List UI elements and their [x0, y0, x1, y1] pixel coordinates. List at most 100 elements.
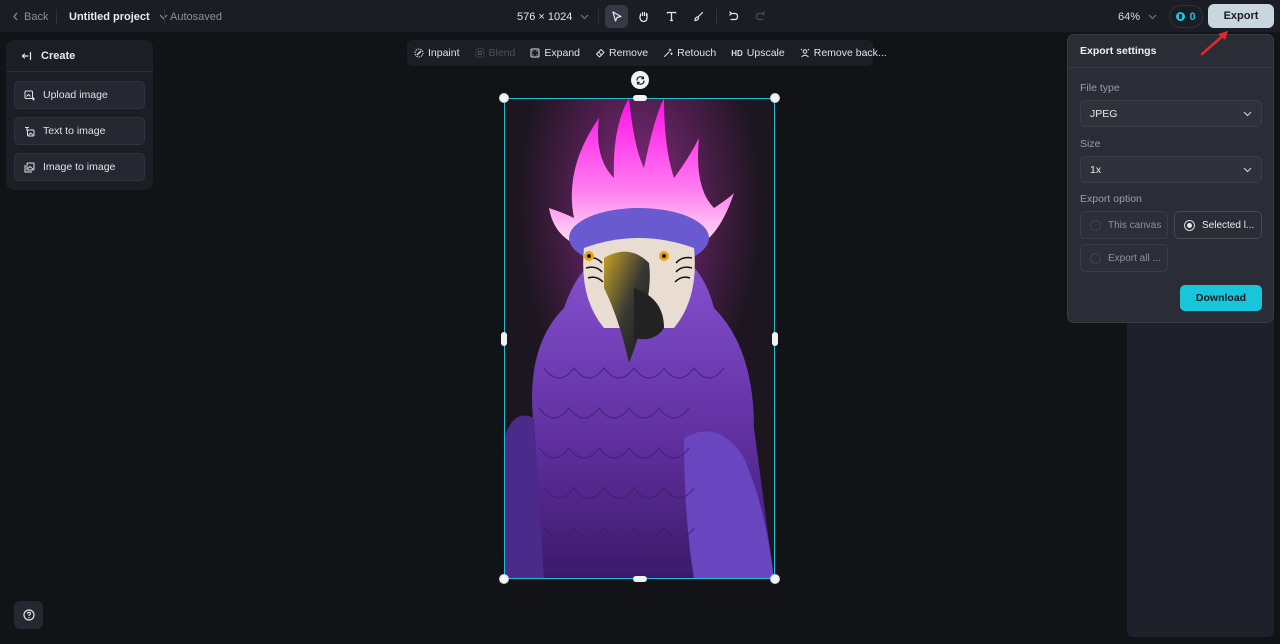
- magic-wand-icon: [664, 48, 673, 57]
- expand-label: Expand: [544, 47, 581, 59]
- resize-handle-bottom-left[interactable]: [499, 574, 509, 584]
- option-export-all[interactable]: Export all ...: [1080, 244, 1168, 272]
- canvas-image[interactable]: [504, 98, 775, 579]
- upload-image-label: Upload image: [43, 89, 108, 101]
- radio-icon: [1090, 219, 1101, 231]
- redo-button[interactable]: [749, 5, 772, 28]
- image-to-image-icon: [24, 162, 35, 172]
- top-bar: Back Untitled project Autosaved 576 × 10…: [0, 0, 1280, 33]
- remove-background-label: Remove back...: [813, 47, 887, 59]
- eraser-icon: [596, 49, 605, 58]
- file-type-label: File type: [1080, 82, 1120, 94]
- collapse-left-icon: [21, 51, 32, 60]
- retouch-button[interactable]: Retouch: [663, 40, 723, 66]
- radio-selected-icon: [1184, 219, 1195, 231]
- option-label: This canvas: [1108, 219, 1162, 231]
- export-settings-popover: Export settings File type JPEG Size 1x E…: [1067, 34, 1274, 323]
- project-name-dropdown[interactable]: Untitled project: [69, 0, 168, 33]
- inpaint-icon: [414, 48, 424, 58]
- blend-button[interactable]: Blend: [475, 40, 523, 66]
- upscale-button[interactable]: HD Upscale: [731, 40, 792, 66]
- text-icon: [666, 11, 677, 22]
- remove-background-button[interactable]: Remove back...: [800, 40, 894, 66]
- create-panel-title: Create: [41, 49, 76, 62]
- file-type-value: JPEG: [1090, 107, 1118, 120]
- remove-label: Remove: [609, 47, 649, 59]
- size-label: Size: [1080, 138, 1101, 150]
- credits-badge[interactable]: 0: [1169, 5, 1203, 28]
- text-to-image-label: Text to image: [43, 125, 106, 137]
- image-to-image-button[interactable]: Image to image: [14, 153, 145, 181]
- export-button[interactable]: Export: [1208, 4, 1274, 28]
- project-name: Untitled project: [69, 10, 150, 23]
- zoom-dropdown[interactable]: 64%: [1118, 0, 1157, 33]
- option-selected-layers[interactable]: Selected l...: [1174, 211, 1262, 239]
- redo-icon: [755, 11, 765, 21]
- retouch-label: Retouch: [677, 47, 717, 59]
- canvas-dimensions: 576 × 1024: [517, 10, 573, 23]
- back-label: Back: [24, 10, 49, 23]
- option-this-canvas[interactable]: This canvas: [1080, 211, 1168, 239]
- option-label: Selected l...: [1202, 219, 1255, 231]
- expand-button[interactable]: Expand: [530, 40, 587, 66]
- create-panel-header[interactable]: Create: [6, 40, 153, 72]
- upscale-label: Upscale: [746, 47, 785, 59]
- download-button[interactable]: Download: [1180, 285, 1262, 311]
- undo-icon: [729, 11, 739, 21]
- chevron-down-icon: [580, 14, 589, 19]
- remove-background-icon: [800, 48, 810, 58]
- resize-handle-bottom-right[interactable]: [770, 574, 780, 584]
- upload-image-button[interactable]: Upload image: [14, 81, 145, 109]
- help-button[interactable]: [14, 601, 43, 629]
- size-value: 1x: [1090, 163, 1102, 176]
- expand-icon: [530, 48, 540, 58]
- undo-button[interactable]: [722, 5, 745, 28]
- resize-handle-top-left[interactable]: [499, 93, 509, 103]
- option-label: Export all ...: [1108, 252, 1161, 264]
- hd-icon: HD: [731, 48, 743, 58]
- hand-tool-button[interactable]: [632, 5, 655, 28]
- export-settings-title: Export settings: [1068, 35, 1273, 68]
- create-panel: Create Upload image Text to image Image …: [6, 40, 153, 190]
- size-select[interactable]: 1x: [1080, 156, 1262, 183]
- upload-image-icon: [24, 90, 35, 100]
- back-button[interactable]: Back: [12, 0, 48, 33]
- image-to-image-label: Image to image: [43, 161, 116, 173]
- resize-handle-top[interactable]: [633, 95, 647, 101]
- resize-handle-left[interactable]: [501, 332, 507, 346]
- brush-icon: [694, 11, 704, 22]
- chevron-down-icon: [1243, 111, 1252, 116]
- remove-button[interactable]: Remove: [595, 40, 655, 66]
- file-type-select[interactable]: JPEG: [1080, 100, 1262, 127]
- divider: [56, 9, 57, 24]
- save-status: Autosaved: [170, 10, 222, 23]
- credits-count: 0: [1189, 10, 1196, 23]
- parrot-illustration: [504, 98, 775, 579]
- edit-toolbar: Inpaint Blend Expand Remove Retouch HD U…: [407, 40, 887, 66]
- canvas-size-dropdown[interactable]: 576 × 1024: [517, 0, 589, 33]
- divider: [598, 9, 599, 24]
- cursor-icon: [612, 11, 622, 22]
- help-icon: [22, 609, 35, 621]
- blend-icon: [475, 48, 485, 58]
- resize-handle-right[interactable]: [772, 332, 778, 346]
- hand-icon: [639, 11, 648, 23]
- rotate-handle[interactable]: [631, 71, 649, 89]
- chevron-down-icon: [1243, 167, 1252, 172]
- credit-icon: [1176, 12, 1186, 21]
- text-to-image-icon: [25, 126, 35, 136]
- export-option-label: Export option: [1080, 193, 1142, 205]
- text-to-image-button[interactable]: Text to image: [14, 117, 145, 145]
- resize-handle-bottom[interactable]: [633, 576, 647, 582]
- text-tool-button[interactable]: [660, 5, 683, 28]
- zoom-level: 64%: [1118, 10, 1141, 23]
- divider: [716, 9, 717, 24]
- chevron-left-icon: [13, 12, 18, 21]
- resize-handle-top-right[interactable]: [770, 93, 780, 103]
- select-tool-button[interactable]: [605, 5, 628, 28]
- blend-label: Blend: [488, 47, 516, 59]
- inpaint-button[interactable]: Inpaint: [414, 40, 467, 66]
- rotate-icon: [635, 75, 645, 85]
- chevron-down-icon: [1148, 14, 1157, 19]
- brush-tool-button[interactable]: [687, 5, 710, 28]
